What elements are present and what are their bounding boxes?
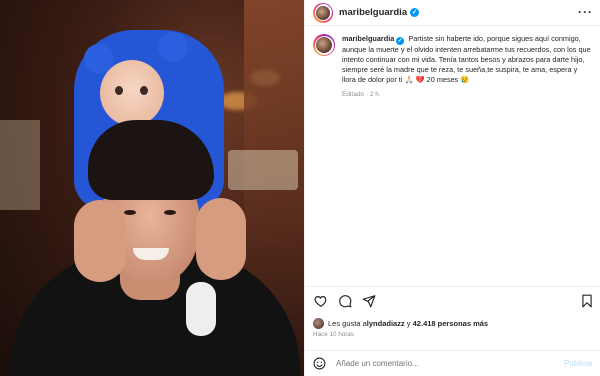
- baby-eye-left: [115, 86, 123, 95]
- baby-hood-ear-right: [158, 32, 188, 62]
- heart-icon[interactable]: [314, 294, 328, 308]
- caption: maribelguardia ✓ Partiste sin haberte ido…: [313, 34, 595, 100]
- background-table-left: [0, 120, 40, 210]
- likes-count[interactable]: 42.418 personas más: [413, 319, 488, 328]
- post-time[interactable]: Hace 10 horas: [313, 331, 354, 338]
- man-eye-right: [164, 210, 176, 215]
- likes-middle: y: [404, 319, 413, 328]
- caption-avatar[interactable]: [313, 34, 335, 56]
- verified-badge-icon: ✓: [410, 8, 420, 17]
- baby-face: [100, 60, 164, 126]
- liker-avatar[interactable]: [313, 318, 324, 329]
- man-hand-left: [74, 200, 126, 282]
- comment-icon[interactable]: [338, 294, 352, 308]
- profile-avatar[interactable]: [313, 2, 333, 23]
- post-details-panel: maribelguardia ✓ ··· maribelguardia ✓ Par…: [304, 0, 600, 376]
- bookmark-icon[interactable]: [580, 294, 594, 308]
- comment-bar: Publicar: [305, 350, 600, 376]
- action-bar: [305, 286, 600, 312]
- likes-summary: Les gusta a lyndadiazz y 42.418 personas…: [313, 318, 488, 329]
- caption-username[interactable]: maribelguardia: [342, 34, 394, 43]
- man-eye-left: [124, 210, 136, 215]
- more-options-icon[interactable]: ···: [578, 6, 593, 18]
- caption-verified-badge-icon: ✓: [396, 37, 405, 45]
- header-username[interactable]: maribelguardia: [339, 7, 407, 18]
- comment-input[interactable]: [336, 359, 565, 368]
- baby-sock: [186, 282, 216, 336]
- emoji-icon[interactable]: [313, 357, 326, 370]
- baby-eye-right: [140, 86, 148, 95]
- man-hand-right: [196, 198, 246, 280]
- send-icon[interactable]: [362, 294, 376, 308]
- post-photo[interactable]: [0, 0, 304, 376]
- likes-user[interactable]: lyndadiazz: [367, 319, 405, 328]
- publish-button[interactable]: Publicar: [564, 359, 593, 368]
- likes-prefix: Les gusta a: [328, 319, 367, 328]
- background-table: [228, 150, 298, 190]
- caption-meta: Editado · 2 h: [342, 91, 379, 98]
- post-header: maribelguardia ✓ ···: [305, 0, 600, 26]
